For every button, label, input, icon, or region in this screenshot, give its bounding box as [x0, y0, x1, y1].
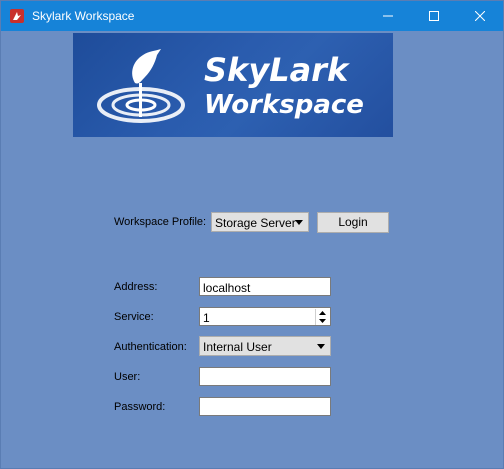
password-field[interactable] — [199, 397, 331, 416]
app-window: Skylark Workspace SkyLark Workspace Work… — [0, 0, 504, 469]
address-input[interactable]: localhost — [199, 277, 331, 296]
skylark-app-icon — [10, 9, 24, 23]
workspace-profile-select[interactable]: Storage Server — [211, 212, 309, 232]
chevron-down-icon — [317, 344, 325, 349]
workspace-profile-label: Workspace Profile: — [114, 216, 207, 228]
authentication-label: Authentication: — [114, 341, 187, 353]
close-button[interactable] — [457, 1, 503, 31]
skylark-bird-logo-icon — [97, 49, 185, 123]
chevron-down-icon — [319, 319, 326, 323]
service-stepper[interactable]: 1 — [199, 307, 331, 326]
minimize-icon — [383, 15, 393, 17]
service-value: 1 — [203, 311, 210, 325]
spin-up-button[interactable] — [316, 309, 329, 317]
chevron-down-icon — [295, 220, 303, 225]
service-label: Service: — [114, 311, 154, 323]
window-title: Skylark Workspace — [32, 9, 135, 23]
address-value: localhost — [203, 281, 251, 295]
banner-title: SkyLark — [204, 51, 349, 89]
spin-down-button[interactable] — [316, 317, 329, 325]
user-label: User: — [114, 371, 141, 383]
workspace-profile-value: Storage Server — [215, 216, 296, 230]
user-input[interactable] — [199, 367, 331, 386]
close-icon — [475, 11, 485, 21]
minimize-button[interactable] — [365, 1, 411, 31]
authentication-value: Internal User — [203, 340, 272, 354]
login-button[interactable]: Login — [317, 212, 389, 233]
product-banner: SkyLark Workspace — [73, 33, 393, 137]
chevron-up-icon — [319, 311, 326, 315]
title-bar[interactable]: Skylark Workspace — [1, 1, 503, 31]
password-label: Password: — [114, 401, 166, 413]
maximize-button[interactable] — [411, 1, 457, 31]
authentication-select[interactable]: Internal User — [199, 336, 331, 356]
address-label: Address: — [114, 281, 158, 293]
banner-subtitle: Workspace — [204, 90, 364, 120]
maximize-icon — [429, 11, 439, 21]
service-spinner[interactable] — [315, 309, 329, 325]
